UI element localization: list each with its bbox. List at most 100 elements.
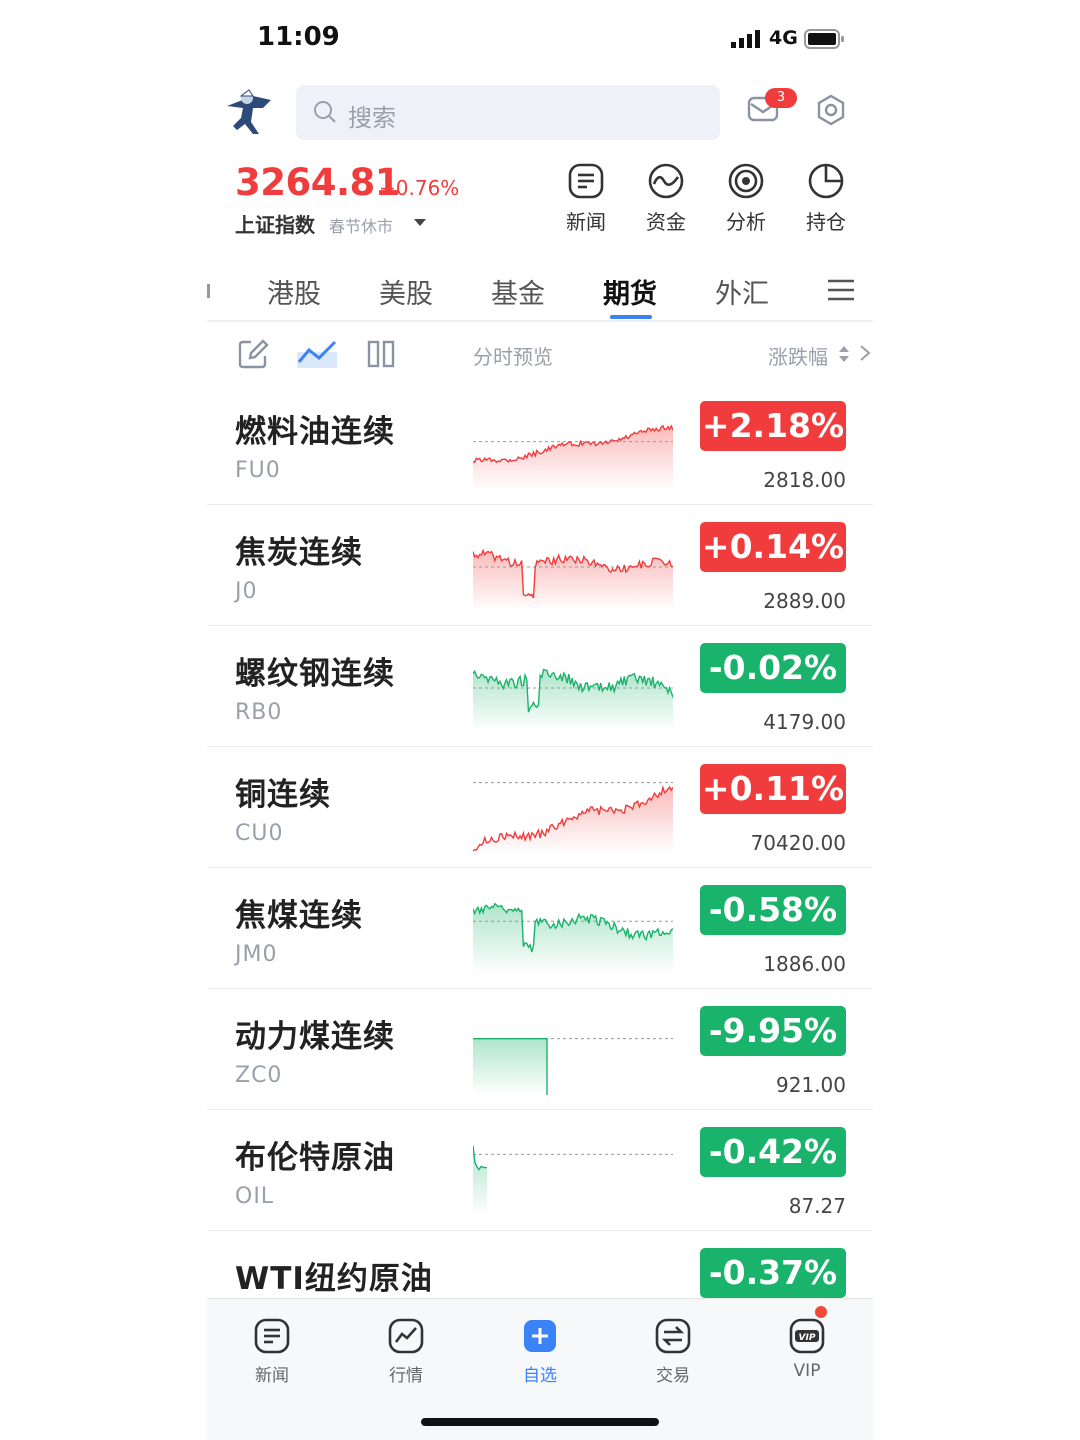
change-badge[interactable]: +2.18% [700, 401, 846, 451]
market-state: 春节休市 [329, 217, 394, 236]
list-item[interactable]: 布伦特原油 OIL -0.42% 87.27 [207, 1110, 873, 1231]
nav-trade[interactable]: 交易 [633, 1317, 713, 1386]
search-icon [314, 101, 336, 123]
settings-icon[interactable] [815, 94, 847, 126]
instrument-name: 铜连续 [235, 777, 331, 813]
sparkline [473, 548, 673, 611]
quick-holdings[interactable]: 持仓 [791, 162, 861, 235]
instrument-name: 布伦特原油 [235, 1140, 395, 1176]
sparkline [473, 1249, 673, 1298]
quick-capital-label: 资金 [646, 210, 686, 234]
sparkline-area [473, 1038, 547, 1095]
change-badge[interactable]: +0.14% [700, 522, 846, 572]
instrument-name: WTI纽约原油 [235, 1261, 433, 1297]
tab-scroll-edge [207, 284, 210, 298]
index-change-pct: +0.76% [379, 176, 460, 200]
news-icon [254, 1318, 290, 1354]
list-item[interactable]: 焦煤连续 JM0 -0.58% 1886.00 [207, 868, 873, 989]
last-price: 2818.00 [763, 468, 846, 492]
change-badge[interactable]: -0.37% [700, 1248, 846, 1298]
tab-hk-stocks[interactable]: 港股 [267, 272, 321, 311]
tab-us-stocks[interactable]: 美股 [379, 272, 433, 311]
tab-forex[interactable]: 外汇 [715, 272, 769, 311]
instrument-name: 动力煤连续 [235, 1019, 395, 1055]
change-badge[interactable]: -0.02% [700, 643, 846, 693]
futures-list: 燃料油连续 FU0 +2.18% 2818.00 焦炭连续 J0 +0.14% … [207, 384, 873, 1298]
message-badge: 3 [765, 88, 797, 108]
nav-vip[interactable]: VIP VIP [767, 1317, 847, 1381]
capital-flow-icon [648, 163, 684, 199]
change-badge[interactable]: -9.95% [700, 1006, 846, 1056]
quick-news[interactable]: 新闻 [551, 162, 621, 235]
svg-text:VIP: VIP [799, 1333, 816, 1343]
list-item[interactable]: 焦炭连续 J0 +0.14% 2889.00 [207, 505, 873, 626]
quick-analysis[interactable]: 分析 [711, 162, 781, 235]
instrument-code: CU0 [235, 821, 284, 846]
tab-futures[interactable]: 期货 [603, 272, 657, 311]
instrument-code: FU0 [235, 458, 281, 483]
vip-notification-dot [815, 1306, 827, 1318]
nav-news-label: 新闻 [255, 1366, 289, 1386]
nav-news[interactable]: 新闻 [232, 1317, 312, 1386]
watchlist-plus-icon [524, 1320, 556, 1352]
list-item[interactable]: WTI纽约原油 -0.37% [207, 1231, 873, 1298]
vip-icon: VIP [789, 1318, 825, 1354]
nav-market[interactable]: 行情 [366, 1317, 446, 1386]
search-bar[interactable]: 搜索 [296, 85, 720, 140]
preview-label: 分时预览 [473, 345, 553, 369]
instrument-code: RB0 [235, 700, 283, 725]
nav-watchlist[interactable]: 自选 [500, 1317, 580, 1386]
tab-divider [207, 320, 873, 322]
instrument-name: 燃料油连续 [235, 414, 395, 450]
list-item[interactable]: 螺纹钢连续 RB0 -0.02% 4179.00 [207, 626, 873, 747]
change-badge[interactable]: -0.42% [700, 1127, 846, 1177]
edit-icon[interactable] [237, 338, 269, 370]
nav-watchlist-label: 自选 [523, 1366, 557, 1386]
nav-market-label: 行情 [389, 1366, 423, 1386]
columns-view-icon[interactable] [367, 340, 395, 368]
instrument-code: JM0 [235, 942, 278, 967]
last-price: 87.27 [788, 1194, 846, 1218]
change-badge[interactable]: -0.58% [700, 885, 846, 935]
instrument-code: OIL [235, 1184, 275, 1209]
nav-trade-label: 交易 [656, 1366, 690, 1386]
sparkline [473, 424, 673, 490]
quick-news-label: 新闻 [566, 210, 606, 234]
quick-holdings-label: 持仓 [806, 210, 846, 234]
line-chart-icon[interactable] [297, 336, 337, 370]
change-badge[interactable]: +0.11% [700, 764, 846, 814]
index-value[interactable]: 3264.81 [235, 161, 401, 204]
quick-analysis-label: 分析 [726, 210, 766, 234]
sparkline-area [473, 903, 673, 974]
avatar[interactable] [223, 86, 275, 138]
chevron-right-icon[interactable] [859, 344, 871, 362]
search-placeholder: 搜索 [348, 104, 396, 132]
sparkline [473, 782, 673, 853]
market-chart-icon [388, 1318, 424, 1354]
analysis-icon [728, 163, 764, 199]
quick-capital[interactable]: 资金 [631, 162, 701, 235]
chevron-down-icon[interactable] [413, 218, 427, 228]
sparkline [473, 668, 673, 732]
last-price: 70420.00 [750, 831, 846, 855]
app-screen: 11:09 4G 搜索 3 3264.81 +0.76% 上证指数 春节休市 新… [207, 0, 873, 1440]
tab-funds[interactable]: 基金 [491, 272, 545, 311]
sparkline [473, 1145, 673, 1216]
home-indicator[interactable] [421, 1418, 659, 1426]
index-name[interactable]: 上证指数 [235, 209, 315, 238]
network-type: 4G [769, 27, 798, 49]
sort-icon[interactable] [838, 345, 850, 363]
instrument-name: 焦炭连续 [235, 535, 363, 571]
active-tab-indicator [610, 315, 652, 319]
news-icon [568, 163, 604, 199]
menu-icon[interactable] [827, 278, 855, 302]
battery-icon [804, 29, 844, 49]
sparkline-area [473, 425, 673, 490]
sparkline-area [473, 787, 673, 853]
instrument-name: 螺纹钢连续 [235, 656, 395, 692]
list-item[interactable]: 铜连续 CU0 +0.11% 70420.00 [207, 747, 873, 868]
sparkline [473, 902, 673, 974]
sort-label[interactable]: 涨跌幅 [768, 341, 828, 370]
list-item[interactable]: 燃料油连续 FU0 +2.18% 2818.00 [207, 384, 873, 505]
list-item[interactable]: 动力煤连续 ZC0 -9.95% 921.00 [207, 989, 873, 1110]
